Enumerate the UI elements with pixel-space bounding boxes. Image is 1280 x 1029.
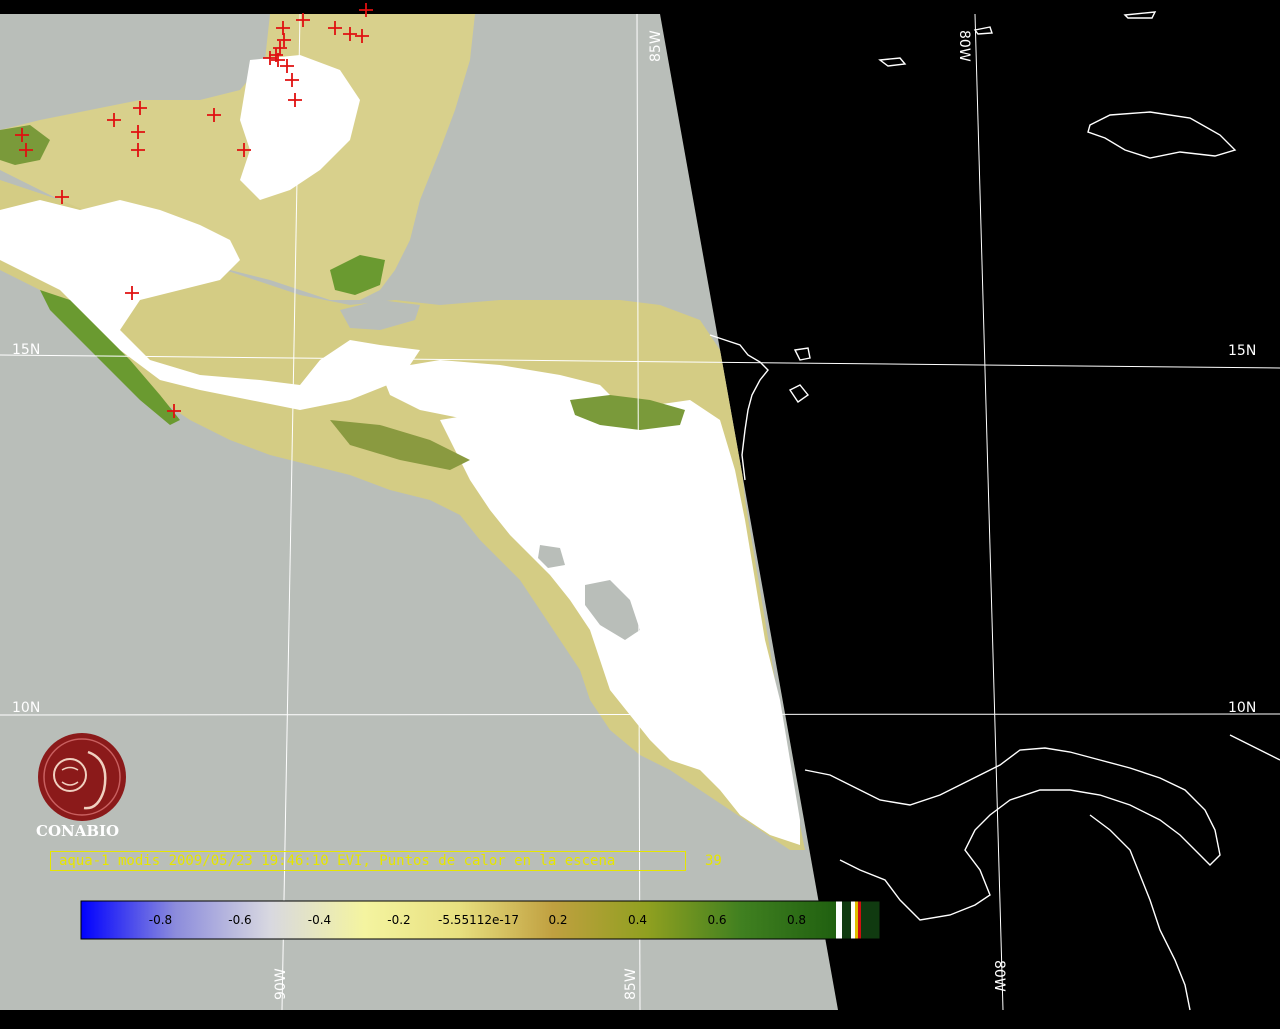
- scene-caption: aqua-1 modis 2009/05/23 19:46:10 EVI, Pu…: [50, 851, 722, 871]
- label-85w-top: 85W: [648, 30, 664, 62]
- colorbar-tick-labels: -0.8 -0.6 -0.4 -0.2 -5.55112e-17 0.2 0.4 0.6 0.8: [149, 913, 806, 927]
- coastline-caribbean-islands: [788, 347, 811, 403]
- label-80w-top: 80W: [956, 30, 972, 62]
- colorbar-tick-label: -0.8: [149, 913, 172, 927]
- coastline-islands: [878, 11, 1157, 67]
- evi-map: 15N 15N 10N 10N 90W 85W 85W 80W 80W -0.8…: [0, 0, 1280, 1024]
- colorbar-tick-label: 0.8: [787, 913, 806, 927]
- colorbar-tick-label: 0.4: [628, 913, 647, 927]
- colorbar-tick-label: 0.6: [707, 913, 726, 927]
- colorbar: -0.8 -0.6 -0.4 -0.2 -5.55112e-17 0.2 0.4 0.6 0.8: [80, 900, 881, 940]
- label-10n-east: 10N: [1228, 700, 1256, 716]
- colorbar-tick-label: 0.2: [548, 913, 567, 927]
- colorbar-tick-label: -0.4: [308, 913, 331, 927]
- hotspot-count: 39: [705, 853, 722, 869]
- colorbar-tick-label: -5.55112e-17: [438, 913, 519, 927]
- coastline-panama: [804, 747, 1221, 921]
- label-10n-west: 10N: [12, 700, 40, 716]
- colorbar-tick-label: -0.6: [228, 913, 251, 927]
- gridline-80w: [974, 13, 1004, 1011]
- label-85w-bottom: 85W: [623, 968, 639, 1000]
- label-15n-east: 15N: [1228, 343, 1256, 359]
- label-80w-bottom: 80W: [991, 960, 1007, 992]
- coastline-colombia-pacific: [1089, 814, 1191, 1011]
- coastline-jamaica: [1087, 111, 1237, 159]
- organization-name: CONABIO: [36, 822, 120, 840]
- label-90w: 90W: [273, 968, 289, 1000]
- label-15n-west: 15N: [12, 342, 40, 358]
- colorbar-tick-label: -0.2: [387, 913, 410, 927]
- caption-text: aqua-1 modis 2009/05/23 19:46:10 EVI, Pu…: [59, 853, 616, 869]
- conabio-logo: [38, 733, 126, 821]
- coastline-colombia: [1229, 734, 1280, 761]
